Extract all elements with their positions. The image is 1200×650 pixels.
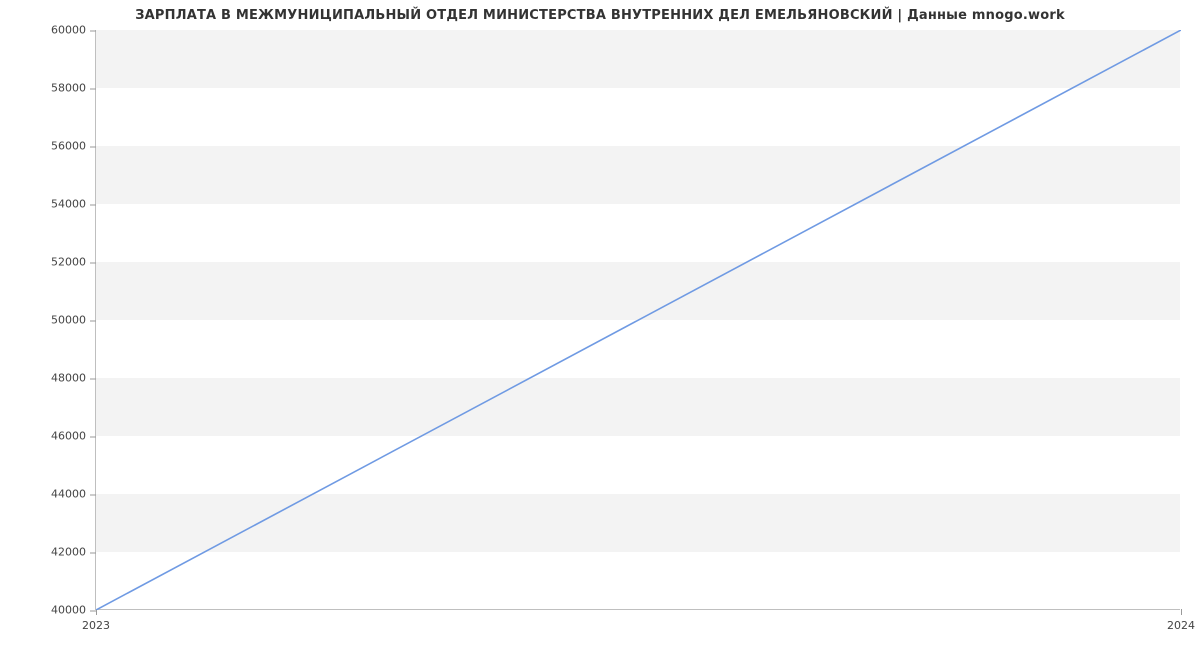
chart-title: ЗАРПЛАТА В МЕЖМУНИЦИПАЛЬНЫЙ ОТДЕЛ МИНИСТ… (0, 8, 1200, 23)
y-tick-label: 50000 (51, 314, 96, 327)
y-tick-label: 58000 (51, 82, 96, 95)
y-tick-label: 48000 (51, 372, 96, 385)
salary-line-chart: ЗАРПЛАТА В МЕЖМУНИЦИПАЛЬНЫЙ ОТДЕЛ МИНИСТ… (0, 0, 1200, 650)
x-tick-label: 2024 (1167, 609, 1195, 632)
x-tick-label: 2023 (82, 609, 110, 632)
y-tick-label: 54000 (51, 198, 96, 211)
y-tick-label: 46000 (51, 430, 96, 443)
plot-area: 4000042000440004600048000500005200054000… (95, 30, 1180, 610)
y-tick-label: 56000 (51, 140, 96, 153)
y-tick-label: 52000 (51, 256, 96, 269)
y-tick-label: 60000 (51, 24, 96, 37)
data-line (96, 30, 1181, 610)
y-tick-label: 42000 (51, 546, 96, 559)
y-tick-label: 44000 (51, 488, 96, 501)
